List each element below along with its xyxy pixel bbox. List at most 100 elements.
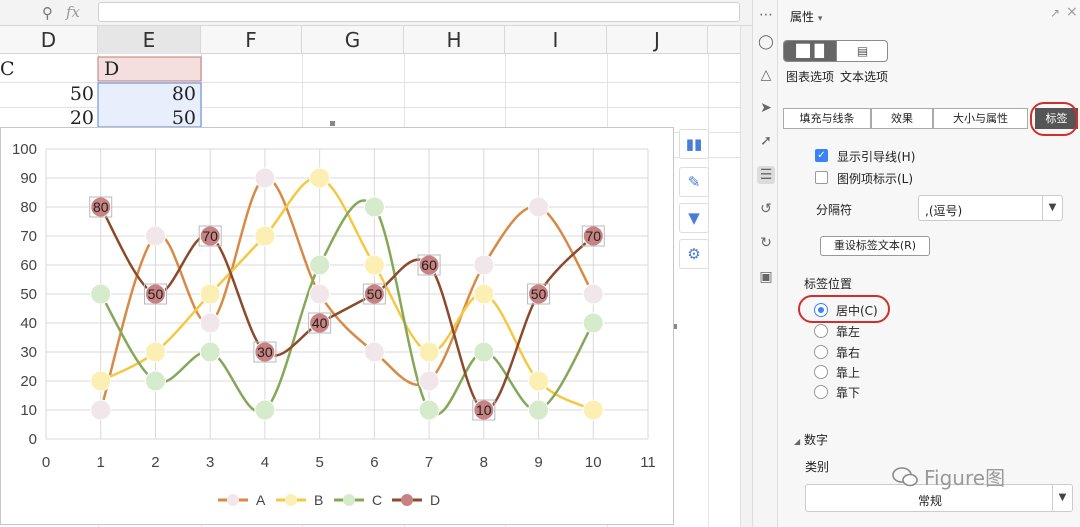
column-header-h[interactable]: H xyxy=(404,26,505,54)
cell-d2[interactable]: 80 xyxy=(172,83,196,105)
x-tick-label: 4 xyxy=(261,454,269,471)
data-point-b xyxy=(528,370,550,392)
data-point-a xyxy=(418,370,440,392)
text-options-tab[interactable]: 文本选项 xyxy=(840,68,888,85)
collapse-icon: ◢ xyxy=(794,437,801,446)
data-point-c xyxy=(309,254,331,276)
data-label: 50 xyxy=(367,286,383,302)
vertical-scrollbar[interactable] xyxy=(740,26,752,527)
cell-c3[interactable]: 20 xyxy=(70,107,94,129)
cell-d3[interactable]: 50 xyxy=(172,107,196,129)
style-icon[interactable]: △ xyxy=(757,66,775,84)
zoom-icon[interactable]: ⚲ xyxy=(42,4,53,22)
chart-elements-icon[interactable]: ▮▮ xyxy=(679,129,709,159)
column-header-e[interactable]: E xyxy=(98,26,201,54)
x-tick-label: 2 xyxy=(151,454,159,471)
options-segmented-control: █▌█ ▤ xyxy=(783,40,888,62)
position-top-radio[interactable] xyxy=(814,365,828,379)
column-header-d[interactable]: D xyxy=(0,26,98,54)
position-center-radio[interactable] xyxy=(814,303,828,317)
column-headers: D E F G H I J xyxy=(0,26,752,54)
tab-fill-line[interactable]: 填充与线条 xyxy=(783,108,871,129)
data-point-b xyxy=(582,399,604,421)
tab-effects[interactable]: 效果 xyxy=(871,108,933,129)
navigate-icon[interactable]: ➤ xyxy=(757,99,775,117)
number-section-label: 数字 xyxy=(803,433,828,447)
x-tick-label: 7 xyxy=(425,454,433,471)
position-right-label: 靠右 xyxy=(836,346,861,360)
legend-marker-a xyxy=(227,494,239,506)
x-tick-label: 3 xyxy=(206,454,214,471)
chart-filter-icon[interactable]: ▼ xyxy=(679,203,709,233)
cell-c1[interactable]: C xyxy=(0,58,15,80)
column-header-g[interactable]: G xyxy=(302,26,404,54)
cell-c2[interactable]: 50 xyxy=(70,83,94,105)
fx-icon[interactable]: fx xyxy=(66,3,80,21)
y-tick-label: 50 xyxy=(20,286,37,303)
text-box-icon[interactable]: ▤ xyxy=(836,41,887,61)
select-icon[interactable]: ➚ xyxy=(757,132,775,150)
x-tick-label: 6 xyxy=(370,454,378,471)
data-point-b xyxy=(418,341,440,363)
x-tick-label: 1 xyxy=(97,454,105,471)
data-label: 40 xyxy=(312,315,328,331)
chart-settings-icon[interactable]: ⚙ xyxy=(679,239,709,269)
separator-dropdown[interactable]: ,(逗号) ▼ xyxy=(918,195,1063,221)
reset-label-text-button[interactable]: 重设标签文本(R) xyxy=(820,236,930,256)
pin-icon[interactable]: ↗ xyxy=(1050,6,1060,20)
formula-bar: ⚲ fx xyxy=(0,0,752,26)
shapes-icon[interactable]: ◯ xyxy=(757,33,775,51)
column-header-f[interactable]: F xyxy=(201,26,302,54)
transform-icon[interactable]: ↺ xyxy=(757,200,775,218)
chevron-down-icon[interactable]: ▼ xyxy=(1042,196,1062,220)
y-tick-label: 100 xyxy=(12,141,37,158)
chart-style-icon[interactable]: ✎ xyxy=(679,167,709,197)
data-label: 70 xyxy=(585,228,601,244)
spreadsheet-app: ⚲ fx D E F G H I J C D 50 80 20 50 0 1 2… xyxy=(0,0,1080,527)
tab-size-properties[interactable]: 大小与属性 xyxy=(933,108,1028,129)
column-header-i[interactable]: I xyxy=(505,26,607,54)
data-point-a xyxy=(582,283,604,305)
category-value: 常规 xyxy=(918,494,943,508)
y-tick-label: 40 xyxy=(20,315,37,332)
position-right-radio[interactable] xyxy=(814,345,828,359)
cell-d1[interactable]: D xyxy=(104,58,119,80)
column-header-j[interactable]: J xyxy=(607,26,708,54)
position-left-radio[interactable] xyxy=(814,324,828,338)
history-icon[interactable]: ↻ xyxy=(757,234,775,252)
y-tick-label: 0 xyxy=(29,431,37,448)
data-label: 10 xyxy=(476,402,492,418)
legend-marker-b xyxy=(285,494,297,506)
chart-area[interactable]: 0 1 2 3 4 5 6 7 8 9 10 11 0 10 20 30 40 50 60 70 80 90 100 80 50… xyxy=(0,127,674,525)
more-icon[interactable]: ⋯ xyxy=(757,6,775,24)
scatter-chart[interactable]: 0 1 2 3 4 5 6 7 8 9 10 11 0 10 20 30 40 50 60 70 80 90 100 80 50… xyxy=(1,128,675,526)
close-icon[interactable]: × xyxy=(1066,4,1078,20)
properties-panel: 属性 ▾ ↗ × █▌█ ▤ 图表选项 文本选项 填充与线条 效果 大小与属性 … xyxy=(778,0,1080,527)
image-icon[interactable]: ▣ xyxy=(757,268,775,286)
data-point-c xyxy=(144,370,166,392)
chart-options-tab[interactable]: 图表选项 xyxy=(786,68,834,85)
data-point-b xyxy=(473,283,495,305)
y-tick-label: 70 xyxy=(20,228,37,245)
properties-icon[interactable]: ☰ xyxy=(757,166,775,184)
show-leader-lines-checkbox[interactable]: ✓ xyxy=(815,149,828,162)
x-tick-label: 9 xyxy=(534,454,542,471)
y-tick-label: 90 xyxy=(20,170,37,187)
legend-key-checkbox[interactable] xyxy=(815,171,828,184)
data-point-b xyxy=(254,225,276,247)
x-tick-label: 5 xyxy=(315,454,323,471)
data-label: 60 xyxy=(421,257,437,273)
position-bottom-radio[interactable] xyxy=(814,385,828,399)
number-section-toggle[interactable]: ◢ 数字 xyxy=(794,431,828,448)
y-tick-label: 80 xyxy=(20,199,37,216)
panel-title[interactable]: 属性 ▾ xyxy=(790,8,822,25)
data-point-a xyxy=(473,254,495,276)
chevron-down-icon[interactable]: ▼ xyxy=(1052,485,1072,511)
label-position-heading: 标签位置 xyxy=(804,277,853,291)
formula-input[interactable] xyxy=(98,2,740,22)
bar-chart-icon[interactable]: █▌█ xyxy=(784,41,836,61)
data-point-c xyxy=(473,341,495,363)
data-label: 50 xyxy=(531,286,547,302)
watermark-text: Figure图 xyxy=(924,466,1006,490)
data-point-a xyxy=(199,312,221,334)
